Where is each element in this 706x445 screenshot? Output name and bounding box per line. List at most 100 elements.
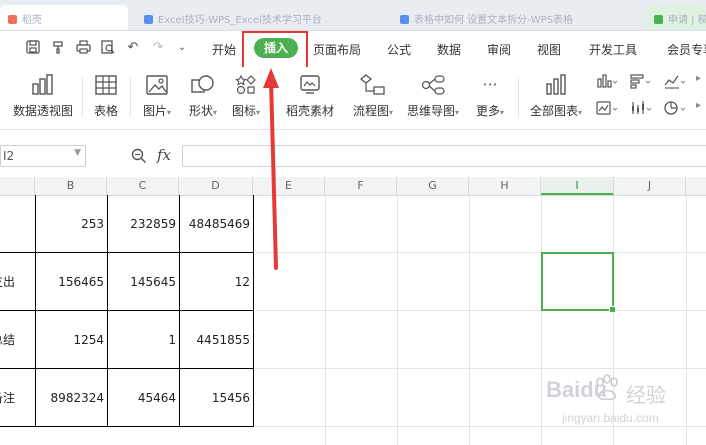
table-cell[interactable]: 145645 [107, 275, 176, 289]
tab-page-layout[interactable]: 页面布局 [313, 41, 361, 58]
save-icon[interactable] [25, 40, 41, 56]
line-chart-icon[interactable] [664, 73, 686, 89]
table-cell[interactable]: 4451855 [179, 333, 250, 347]
browser-tab[interactable]: 表格中如何 设置文本拆分-WPS表格 [392, 5, 640, 30]
redo-icon[interactable]: ↷ [150, 40, 166, 56]
tab-home[interactable]: 开始 [212, 41, 236, 58]
table-label: 表格 [93, 104, 118, 118]
picture-label: 图片▾ [142, 104, 172, 118]
fill-handle[interactable] [609, 306, 616, 313]
pivot-chart-button[interactable]: 数据透视图 [10, 67, 76, 127]
expand-charts-icon[interactable]: ▸ [696, 73, 706, 89]
tab-developer[interactable]: 开发工具 [589, 41, 637, 58]
picture-button[interactable]: 图片▾ [134, 67, 180, 127]
ribbon-separator [82, 77, 83, 117]
selected-cell-i2[interactable] [541, 252, 616, 313]
table-cell[interactable]: 45464 [107, 391, 176, 405]
tab-favicon-icon [144, 15, 153, 24]
icon-library-button[interactable]: 图标▾ [226, 67, 266, 127]
column-header-j[interactable]: J [614, 177, 686, 195]
browser-tab[interactable]: 申请 | 稿 [646, 5, 706, 30]
table-cell[interactable]: 156465 [35, 275, 104, 289]
shape-label: 形状▾ [188, 104, 218, 118]
undo-icon[interactable]: ↶ [125, 40, 141, 56]
row-label[interactable]: 支出 [0, 273, 15, 290]
watermark-url: jingyan.baidu.com [562, 411, 659, 425]
flowchart-button[interactable]: 流程图▾ [345, 67, 401, 127]
tab-view[interactable]: 视图 [537, 41, 561, 58]
expand-charts-icon[interactable]: ▸ [696, 100, 706, 116]
icons-icon [233, 74, 259, 96]
flowchart-icon [359, 74, 386, 96]
table-icon [93, 74, 119, 96]
column-header-i[interactable]: I [541, 177, 614, 195]
grid-line [397, 195, 398, 445]
more-icon[interactable]: ⌄ [174, 40, 190, 56]
horizontal-bar-chart-icon[interactable] [630, 73, 652, 89]
column-header-d[interactable]: D [179, 177, 253, 195]
table-cell[interactable]: 48485469 [179, 217, 250, 231]
name-box-value: I2 [3, 149, 15, 163]
row-label[interactable]: 总结 [0, 331, 15, 348]
menu-bar: ↶ ↷ ⌄ 开始 插入 页面布局 公式 数据 审阅 视图 开发工具 会员专享 [0, 31, 706, 67]
picture-icon [144, 74, 170, 96]
table-border [0, 426, 254, 427]
stock-chart-icon[interactable] [630, 100, 652, 116]
tab-favicon-icon [8, 15, 17, 24]
table-cell[interactable]: 15456 [179, 391, 250, 405]
pivot-chart-label: 数据透视图 [12, 104, 73, 118]
pie-chart-icon[interactable] [664, 100, 686, 116]
mindmap-button[interactable]: 思维导图▾ [402, 67, 464, 127]
all-charts-button[interactable]: 全部图表▾ [524, 67, 588, 127]
row-label[interactable]: 备注 [0, 389, 15, 406]
table-button[interactable]: 表格 [88, 67, 124, 127]
print-icon[interactable] [75, 40, 91, 56]
table-cell[interactable]: 232859 [107, 217, 176, 231]
mindmap-icon [420, 74, 446, 96]
chevron-down-icon[interactable]: ▼ [74, 148, 81, 158]
column-header-h[interactable]: H [469, 177, 541, 195]
browser-tab[interactable]: 稻壳 [0, 5, 128, 30]
shape-button[interactable]: 形状▾ [180, 67, 226, 127]
docer-material-button[interactable]: 稻壳素材 [282, 67, 338, 127]
zoom-search-icon[interactable] [131, 148, 147, 167]
highlight-box [242, 31, 308, 69]
column-chart-icon[interactable] [596, 73, 618, 89]
format-painter-icon[interactable] [50, 40, 66, 56]
table-border [0, 310, 254, 311]
area-chart-icon[interactable] [596, 100, 618, 116]
formula-bar: I2 ▼ fx [0, 137, 706, 175]
pivot-chart-icon [30, 74, 56, 96]
fx-icon[interactable]: fx [157, 146, 171, 164]
column-header-f[interactable]: F [325, 177, 397, 195]
ribbon-toolbar: 数据透视图 表格 图片▾ 形状▾ 图标▾ 稻壳素材 流程图▾ 思维导图▾ ···… [0, 67, 706, 130]
tab-formulas[interactable]: 公式 [387, 41, 411, 58]
ribbon-separator [130, 77, 131, 117]
column-header-g[interactable]: G [397, 177, 469, 195]
table-border [0, 368, 254, 369]
browser-tab[interactable]: Excel技巧-WPS_Excel技术学习平台 [136, 5, 384, 30]
formula-input[interactable] [182, 145, 706, 167]
all-charts-label: 全部图表▾ [529, 104, 583, 118]
baidu-watermark: Baidu 经验 jingyan.baidu.com [540, 365, 706, 445]
column-header-e[interactable]: E [253, 177, 325, 195]
table-cell[interactable]: 1254 [35, 333, 104, 347]
column-header-row: A B C D E F G H I J [0, 177, 706, 196]
bar-chart-icon [543, 74, 569, 96]
table-cell[interactable]: 12 [179, 275, 250, 289]
column-header-b[interactable]: B [35, 177, 107, 195]
docer-material-label: 稻壳素材 [285, 104, 334, 118]
table-cell[interactable]: 8982324 [35, 391, 104, 405]
more-button[interactable]: ··· 更多▾ [468, 67, 512, 127]
print-preview-icon[interactable] [100, 40, 116, 56]
table-cell[interactable]: 253 [35, 217, 104, 231]
tab-member[interactable]: 会员专享 [667, 41, 706, 58]
table-cell[interactable]: 1 [107, 333, 176, 347]
column-header-c[interactable]: C [107, 177, 179, 195]
tab-review[interactable]: 审阅 [487, 41, 511, 58]
docer-material-icon [297, 74, 323, 96]
watermark-cn: 经验 [626, 383, 666, 407]
tab-data[interactable]: 数据 [437, 41, 461, 58]
column-header-a[interactable]: A [0, 177, 35, 195]
name-box[interactable]: I2 ▼ [0, 145, 86, 167]
